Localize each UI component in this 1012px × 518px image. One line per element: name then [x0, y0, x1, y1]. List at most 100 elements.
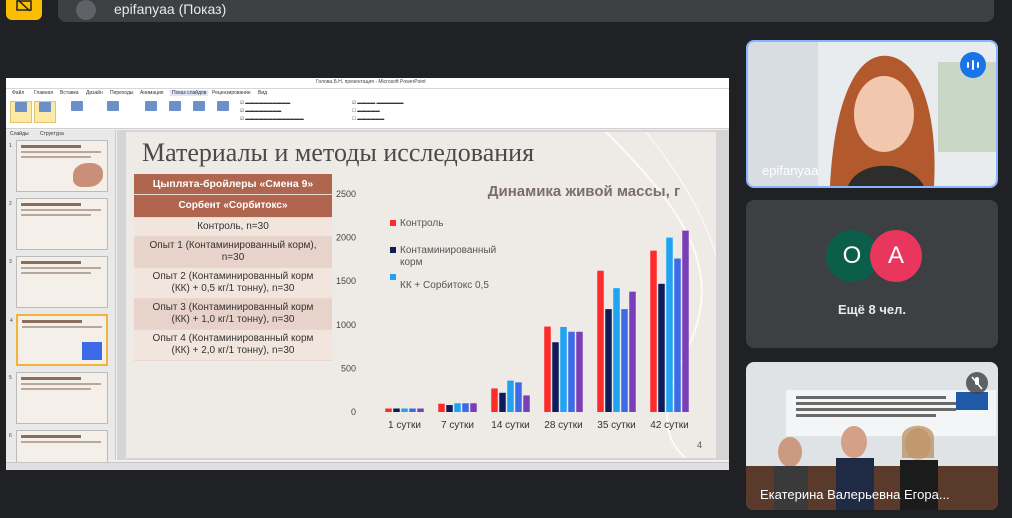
ppt-titlebar: Голова.Б.Н. презентация - Microsoft Powe… — [6, 78, 729, 89]
ribbon-button[interactable] — [164, 101, 186, 123]
ribbon-button[interactable] — [212, 101, 234, 123]
chart-bar — [544, 326, 551, 412]
table-header: Цыплята-бройлеры «Смена 9» — [134, 174, 332, 195]
participant-tile-room[interactable]: Екатерина Валерьевна Егора... — [746, 362, 998, 510]
x-tick-label: 35 сутки — [597, 420, 635, 431]
ribbon-button[interactable] — [34, 101, 56, 123]
presenter-avatar — [76, 0, 96, 20]
slide-thumbnails-pane: Слайды Структура 1 2 3 4 5 6 — [6, 130, 116, 470]
ppt-tab[interactable]: Рецензирование — [212, 90, 251, 96]
groups-table: Цыплята-бройлеры «Смена 9» Сорбент «Сорб… — [134, 174, 332, 361]
ppt-tab[interactable]: Переходы — [110, 90, 133, 96]
chart-bar — [674, 258, 681, 412]
panel-tab-outline[interactable]: Структура — [40, 131, 64, 137]
ppt-tab[interactable]: Дизайн — [86, 90, 103, 96]
x-tick-label: 14 сутки — [491, 420, 529, 431]
slide-thumbnail[interactable]: 1 — [9, 140, 108, 192]
participant-name: epifanyaa — [762, 163, 819, 178]
chart-bar — [629, 291, 636, 412]
ppt-ribbon: ☑ ▬▬▬▬▬▬▬▬▬▬ ☑ ▬▬▬▬▬▬▬▬ ☑ ▬▬▬▬▬▬▬▬▬▬▬▬▬ … — [6, 97, 729, 129]
chart-bar — [409, 408, 416, 412]
x-tick-label: 42 сутки — [650, 420, 688, 431]
slide-title: Материалы и методы исследования — [142, 138, 535, 167]
chart-bar — [446, 405, 453, 412]
ppt-tab[interactable]: Анимация — [140, 90, 163, 96]
ppt-tab-active[interactable]: Показ слайдов — [170, 90, 209, 96]
y-tick-label: 1000 — [336, 320, 356, 330]
ribbon-checkbox[interactable]: ☑ ▬▬▬▬▬▬▬▬▬▬ — [240, 100, 290, 106]
chart-bar — [499, 392, 506, 412]
chart-bar — [650, 250, 657, 412]
chart-bar — [621, 309, 628, 412]
table-row: Опыт 1 (Контаминированный корм), n=30 — [134, 237, 332, 268]
y-tick-label: 1500 — [336, 276, 356, 286]
chart-bar — [507, 380, 514, 412]
ribbon-checkbox[interactable]: ☑ ▬▬▬▬ ▬▬▬▬▬▬ — [352, 100, 404, 106]
ribbon-checkbox[interactable]: ☐ ▬▬▬▬▬▬ — [352, 116, 384, 122]
legend-swatch — [390, 247, 396, 253]
legend-label: Контроль — [400, 218, 443, 229]
slide-thumbnail[interactable]: 5 — [9, 372, 108, 424]
slide-canvas-area: Материалы и методы исследования Цыплята-… — [117, 130, 729, 460]
table-row: Опыт 2 (Контаминированный корм (КК) + 0,… — [134, 268, 332, 299]
table-subheader: Сорбент «Сорбитокс» — [134, 195, 332, 218]
y-tick-label: 2500 — [336, 189, 356, 199]
present-off-icon — [16, 0, 32, 12]
meet-window: epifanyaa (Показ) Голова.Б.Н. презентаци… — [0, 0, 1012, 518]
ribbon-checkbox[interactable]: ☑ ▬▬▬▬▬▬▬▬▬▬▬▬▬ — [240, 116, 304, 122]
shared-screen: Голова.Б.Н. презентация - Microsoft Powe… — [6, 78, 729, 470]
presenter-label: epifanyaa (Показ) — [114, 1, 227, 17]
chart-bar — [568, 331, 575, 412]
participant-tile-others[interactable]: О А Ещё 8 чел. — [746, 200, 998, 348]
chart-bar — [385, 408, 392, 412]
chart-bar — [491, 388, 498, 412]
mic-off-icon — [966, 372, 988, 394]
y-tick-label: 0 — [351, 407, 356, 417]
table-row: Опыт 3 (Контаминированный корм (КК) + 1,… — [134, 299, 332, 330]
chart-bar — [682, 230, 689, 412]
legend-label: Контаминированный — [400, 245, 496, 256]
stop-presenting-button[interactable] — [6, 0, 42, 20]
chart-bar — [393, 408, 400, 412]
chart-bar — [462, 403, 469, 412]
more-participants-label: Ещё 8 чел. — [838, 302, 906, 317]
ribbon-checkbox[interactable]: ☐ ▬▬▬▬▬ — [352, 108, 380, 114]
ribbon-button[interactable] — [140, 101, 162, 123]
ppt-statusbar — [6, 462, 729, 470]
chart-bar — [523, 395, 530, 412]
legend-swatch — [390, 220, 396, 226]
x-tick-label: 28 сутки — [544, 420, 582, 431]
chart-bar — [605, 309, 612, 412]
chart-bar — [666, 237, 673, 412]
panel-tab-slides[interactable]: Слайды — [10, 131, 29, 137]
legend-label: корм — [400, 257, 423, 268]
weight-dynamics-chart: Динамика живой массы, г 0 500 1000 1500 2000 2… — [336, 183, 689, 431]
ribbon-button[interactable] — [188, 101, 210, 123]
ribbon-checkbox[interactable]: ☑ ▬▬▬▬▬▬▬▬ — [240, 108, 281, 114]
ribbon-button[interactable] — [66, 101, 88, 123]
chart-bar — [515, 382, 522, 412]
ppt-tab[interactable]: Файл — [12, 90, 24, 96]
ppt-window-title: Голова.Б.Н. презентация - Microsoft Powe… — [316, 79, 426, 85]
ribbon-button[interactable] — [102, 101, 124, 123]
avatar: А — [870, 230, 922, 282]
chart-bar — [454, 403, 461, 412]
chart-bar — [658, 283, 665, 412]
chart-bar — [438, 403, 445, 412]
participant-tile-main[interactable]: epifanyaa — [746, 40, 998, 188]
table-row: Опыт 4 (Контаминированный корм (КК) + 2,… — [134, 330, 332, 361]
presenter-bar[interactable]: epifanyaa (Показ) — [58, 0, 994, 22]
y-tick-label: 500 — [341, 363, 356, 373]
ppt-tab[interactable]: Вид — [258, 90, 267, 96]
y-tick-label: 2000 — [336, 233, 356, 243]
x-tick-label: 1 сутки — [388, 420, 421, 431]
slide-thumbnail[interactable]: 2 — [9, 198, 108, 250]
slide-thumbnail[interactable]: 3 — [9, 256, 108, 308]
participant-name: Екатерина Валерьевна Егора... — [760, 487, 950, 502]
slide-thumbnail-selected[interactable]: 4 — [10, 314, 108, 366]
ppt-tab[interactable]: Главная — [34, 90, 53, 96]
chart-bar — [613, 288, 620, 412]
chart-bar — [552, 342, 559, 412]
ribbon-button[interactable] — [10, 101, 32, 123]
ppt-tab[interactable]: Вставка — [60, 90, 79, 96]
